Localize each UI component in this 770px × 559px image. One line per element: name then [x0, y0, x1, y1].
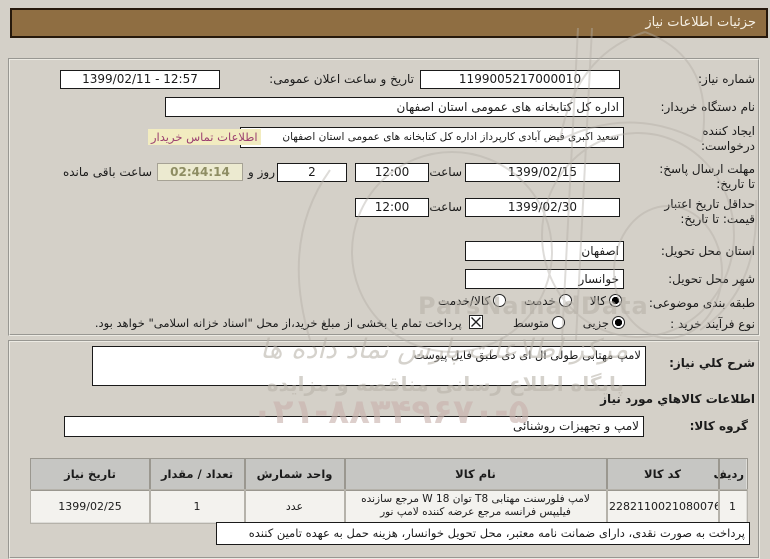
need-desc-input[interactable]: لامپ مهتابی طولی ال ای دی طبق فایل پیوست — [92, 346, 646, 386]
cell-quantity: 1 — [148, 488, 246, 524]
col-goods-name: نام کالا — [343, 457, 608, 491]
need-desc-label: شرح کلي نياز: — [669, 356, 755, 370]
days-remaining-input[interactable]: 2 — [277, 163, 347, 182]
radio-medium[interactable] — [552, 316, 566, 329]
hours-remaining-label: ساعت باقی مانده — [62, 165, 152, 179]
reply-deadline-time-input[interactable]: 12:00 — [355, 163, 429, 182]
request-creator-label: ایجاد کننده درخواست: — [701, 124, 755, 153]
buyer-contact-link[interactable]: اطلاعات تماس خریدار — [148, 129, 261, 145]
announce-datetime-label: تاریخ و ساعت اعلان عمومی: — [269, 72, 414, 86]
buyer-org-label: نام دستگاه خریدار: — [660, 100, 756, 114]
treasury-checkbox[interactable] — [469, 315, 484, 329]
delivery-province-label: استان محل تحویل: — [660, 244, 755, 258]
payment-note-box: پرداخت به صورت نقدی، دارای ضمانت نامه مع… — [216, 522, 750, 545]
col-quantity: تعداد / مقدار — [148, 457, 246, 491]
reply-deadline-label: مهلت ارسال پاسخ: تا تاریخ: — [659, 162, 755, 191]
treasury-note: پرداخت تمام یا بخشی از مبلغ خرید،از محل … — [94, 316, 462, 330]
need-details-page: { "page": {"title": "جزئیات اطلاعات نیاز… — [0, 0, 770, 559]
delivery-city-input[interactable]: خوانسار — [465, 269, 624, 289]
radio-goods-label: کالا — [589, 294, 606, 308]
cell-unit: عدد — [243, 488, 346, 524]
need-number-input[interactable]: 1199005217000010 — [420, 70, 620, 89]
col-unit: واحد شمارش — [243, 457, 346, 491]
countdown-timer: 02:44:14 — [157, 163, 243, 181]
cell-goods-name: لامپ فلورسنت مهتابی T8 توان W 18 مرجع سا… — [343, 488, 608, 524]
process-type-label: نوع فرآیند خرید : — [670, 317, 755, 331]
goods-section-header: اطلاعات کالاهاي مورد نياز — [600, 392, 755, 406]
radio-service[interactable] — [558, 294, 572, 307]
process-type-options: جزیی متوسط پرداخت تمام یا بخشی از مبلغ خ… — [40, 315, 625, 330]
radio-partial[interactable] — [612, 316, 625, 329]
checkbox-x-icon — [471, 317, 482, 327]
reply-hour-label: ساعت — [429, 165, 462, 179]
price-hour-label: ساعت — [429, 200, 462, 214]
col-goods-code: کد کالا — [605, 457, 720, 491]
radio-goods-service-label: کالا/خدمت — [438, 294, 491, 308]
radio-medium-label: متوسط — [512, 316, 550, 330]
days-label: روز و — [248, 165, 275, 179]
price-validity-label: حداقل تاریخ اعتبار قیمت: تا تاریخ: — [664, 197, 755, 226]
goods-table-header-row: ردیف کد کالا نام کالا واحد شمارش تعداد /… — [29, 457, 748, 491]
cell-need-date: 1399/02/25 — [29, 488, 151, 524]
goods-table: ردیف کد کالا نام کالا واحد شمارش تعداد /… — [29, 457, 748, 524]
col-need-date: تاریخ نیاز — [29, 457, 151, 491]
cell-goods-code: 2282110021080076 — [605, 488, 720, 524]
cell-row-number: 1 — [717, 488, 748, 524]
goods-group-input[interactable]: لامپ و تجهیزات روشنائی — [64, 416, 644, 437]
delivery-province-input[interactable]: اصفهان — [465, 241, 624, 261]
radio-service-label: خدمت — [524, 294, 556, 308]
col-row-number: ردیف — [713, 457, 748, 491]
price-validity-date-input[interactable]: 1399/02/30 — [465, 198, 620, 217]
radio-partial-label: جزیی — [582, 316, 609, 330]
subject-class-options: کالا خدمت کالا/خدمت — [360, 294, 622, 308]
radio-goods-service[interactable] — [493, 294, 507, 307]
subject-class-label: طبقه بندی موضوعی: — [648, 296, 755, 310]
page-title: جزئیات اطلاعات نیاز — [10, 8, 768, 38]
need-number-label: شماره نیاز: — [698, 72, 755, 86]
reply-deadline-date-input[interactable]: 1399/02/15 — [465, 163, 620, 182]
radio-goods[interactable] — [609, 294, 622, 307]
price-validity-time-input[interactable]: 12:00 — [355, 198, 429, 217]
delivery-city-label: شهر محل تحویل: — [668, 272, 755, 286]
goods-group-label: گروه کالا: — [689, 419, 748, 433]
announce-datetime-input[interactable]: 1399/02/11 - 12:57 — [60, 70, 220, 89]
buyer-org-input[interactable]: اداره کل کتابخانه های عمومی استان اصفهان — [165, 97, 624, 117]
goods-table-row: 1 2282110021080076 لامپ فلورسنت مهتابی T… — [29, 488, 748, 524]
request-creator-input[interactable]: سعید اکبری فیض آبادی کارپرداز اداره کل ک… — [240, 127, 624, 148]
